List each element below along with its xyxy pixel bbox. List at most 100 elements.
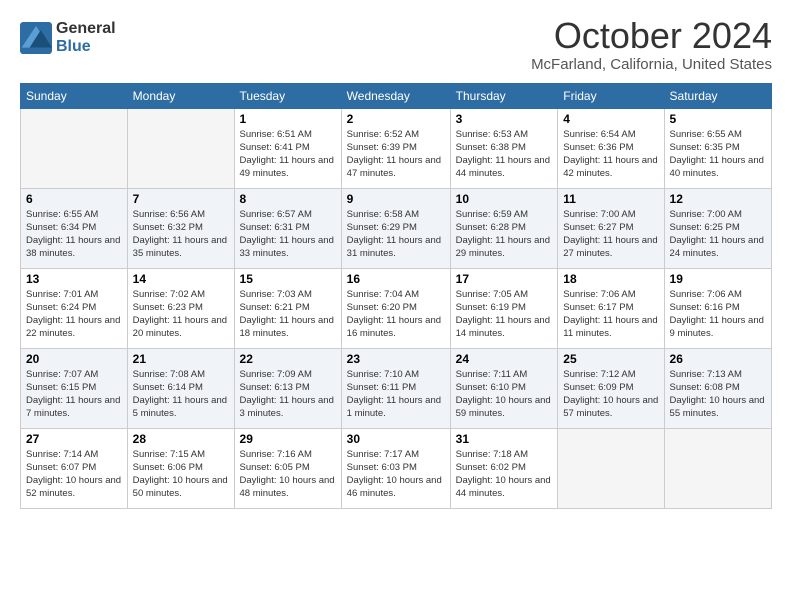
day-cell — [21, 108, 128, 188]
day-cell — [558, 428, 664, 508]
day-number: 11 — [563, 192, 658, 206]
day-number: 16 — [347, 272, 445, 286]
day-cell: 11Sunrise: 7:00 AM Sunset: 6:27 PM Dayli… — [558, 188, 664, 268]
day-info: Sunrise: 7:12 AM Sunset: 6:09 PM Dayligh… — [563, 368, 658, 421]
day-number: 26 — [670, 352, 766, 366]
day-number: 8 — [240, 192, 336, 206]
day-info: Sunrise: 7:07 AM Sunset: 6:15 PM Dayligh… — [26, 368, 122, 421]
day-cell: 24 Sunrise: 7:11 AM Sunset: 6:10 PM Dayli… — [450, 348, 558, 428]
day-info: Sunrise: 7:08 AM Sunset: 6:14 PM Dayligh… — [133, 368, 229, 421]
day-number: 2 — [347, 112, 445, 126]
day-cell: 12 Sunrise: 7:00 AM Sunset: 6:25 PM Dayli… — [664, 188, 771, 268]
day-number: 18 — [563, 272, 658, 286]
logo-general: General — [56, 20, 116, 38]
day-cell: 13 Sunrise: 7:01 AM Sunset: 6:24 PM Dayli… — [21, 268, 128, 348]
day-info: Sunrise: 6:52 AM Sunset: 6:39 PM Dayligh… — [347, 128, 445, 181]
day-number: 29 — [240, 432, 336, 446]
day-info: Sunrise: 6:59 AM Sunset: 6:28 PM Dayligh… — [456, 208, 553, 261]
day-cell: 17Sunrise: 7:05 AM Sunset: 6:19 PM Dayli… — [450, 268, 558, 348]
col-header-sunday: Sunday — [21, 83, 128, 108]
col-header-tuesday: Tuesday — [234, 83, 341, 108]
day-info: Sunrise: 7:16 AM Sunset: 6:05 PM Dayligh… — [240, 448, 336, 501]
day-info: Sunrise: 7:11 AM Sunset: 6:10 PM Dayligh… — [456, 368, 553, 421]
day-number: 9 — [347, 192, 445, 206]
day-info: Sunrise: 7:09 AM Sunset: 6:13 PM Dayligh… — [240, 368, 336, 421]
day-cell: 16 Sunrise: 7:04 AM Sunset: 6:20 PM Dayli… — [341, 268, 450, 348]
day-info: Sunrise: 7:02 AM Sunset: 6:23 PM Dayligh… — [133, 288, 229, 341]
day-cell: 25Sunrise: 7:12 AM Sunset: 6:09 PM Dayli… — [558, 348, 664, 428]
day-info: Sunrise: 6:55 AM Sunset: 6:35 PM Dayligh… — [670, 128, 766, 181]
day-cell — [664, 428, 771, 508]
day-cell: 28 Sunrise: 7:15 AM Sunset: 6:06 PM Dayli… — [127, 428, 234, 508]
day-number: 30 — [347, 432, 445, 446]
day-info: Sunrise: 7:18 AM Sunset: 6:02 PM Dayligh… — [456, 448, 553, 501]
day-info: Sunrise: 7:00 AM Sunset: 6:25 PM Dayligh… — [670, 208, 766, 261]
col-header-thursday: Thursday — [450, 83, 558, 108]
day-cell: 14 Sunrise: 7:02 AM Sunset: 6:23 PM Dayli… — [127, 268, 234, 348]
day-number: 20 — [26, 352, 122, 366]
day-info: Sunrise: 6:51 AM Sunset: 6:41 PM Dayligh… — [240, 128, 336, 181]
day-number: 24 — [456, 352, 553, 366]
day-info: Sunrise: 7:03 AM Sunset: 6:21 PM Dayligh… — [240, 288, 336, 341]
day-info: Sunrise: 7:14 AM Sunset: 6:07 PM Dayligh… — [26, 448, 122, 501]
day-cell: 2 Sunrise: 6:52 AM Sunset: 6:39 PM Daylig… — [341, 108, 450, 188]
day-number: 23 — [347, 352, 445, 366]
day-number: 13 — [26, 272, 122, 286]
day-cell: 30 Sunrise: 7:17 AM Sunset: 6:03 PM Dayli… — [341, 428, 450, 508]
day-number: 3 — [456, 112, 553, 126]
week-row-1: 1 Sunrise: 6:51 AM Sunset: 6:41 PM Daylig… — [21, 108, 772, 188]
day-cell: 15 Sunrise: 7:03 AM Sunset: 6:21 PM Dayli… — [234, 268, 341, 348]
day-cell: 29 Sunrise: 7:16 AM Sunset: 6:05 PM Dayli… — [234, 428, 341, 508]
day-cell: 3 Sunrise: 6:53 AM Sunset: 6:38 PM Daylig… — [450, 108, 558, 188]
day-number: 12 — [670, 192, 766, 206]
day-number: 31 — [456, 432, 553, 446]
day-info: Sunrise: 6:53 AM Sunset: 6:38 PM Dayligh… — [456, 128, 553, 181]
day-number: 10 — [456, 192, 553, 206]
day-cell: 22 Sunrise: 7:09 AM Sunset: 6:13 PM Dayli… — [234, 348, 341, 428]
day-number: 14 — [133, 272, 229, 286]
calendar-title: October 2024 — [531, 16, 772, 56]
day-number: 17 — [456, 272, 553, 286]
header-row: SundayMondayTuesdayWednesdayThursdayFrid… — [21, 83, 772, 108]
calendar-table: SundayMondayTuesdayWednesdayThursdayFrid… — [20, 83, 772, 509]
header: General Blue October 2024 McFarland, Cal… — [20, 16, 772, 73]
day-info: Sunrise: 6:56 AM Sunset: 6:32 PM Dayligh… — [133, 208, 229, 261]
day-info: Sunrise: 6:57 AM Sunset: 6:31 PM Dayligh… — [240, 208, 336, 261]
day-cell: 20 Sunrise: 7:07 AM Sunset: 6:15 PM Dayli… — [21, 348, 128, 428]
week-row-3: 13 Sunrise: 7:01 AM Sunset: 6:24 PM Dayli… — [21, 268, 772, 348]
day-number: 7 — [133, 192, 229, 206]
day-info: Sunrise: 6:55 AM Sunset: 6:34 PM Dayligh… — [26, 208, 122, 261]
day-number: 22 — [240, 352, 336, 366]
col-header-monday: Monday — [127, 83, 234, 108]
col-header-friday: Friday — [558, 83, 664, 108]
day-number: 4 — [563, 112, 658, 126]
week-row-5: 27 Sunrise: 7:14 AM Sunset: 6:07 PM Dayli… — [21, 428, 772, 508]
day-cell: 21Sunrise: 7:08 AM Sunset: 6:14 PM Dayli… — [127, 348, 234, 428]
day-cell: 27 Sunrise: 7:14 AM Sunset: 6:07 PM Dayli… — [21, 428, 128, 508]
day-info: Sunrise: 7:17 AM Sunset: 6:03 PM Dayligh… — [347, 448, 445, 501]
day-number: 27 — [26, 432, 122, 446]
logo-icon — [20, 22, 52, 54]
col-header-saturday: Saturday — [664, 83, 771, 108]
day-info: Sunrise: 7:06 AM Sunset: 6:16 PM Dayligh… — [670, 288, 766, 341]
calendar-page: General Blue October 2024 McFarland, Cal… — [0, 0, 792, 612]
day-cell: 31 Sunrise: 7:18 AM Sunset: 6:02 PM Dayli… — [450, 428, 558, 508]
day-info: Sunrise: 6:54 AM Sunset: 6:36 PM Dayligh… — [563, 128, 658, 181]
day-cell: 5Sunrise: 6:55 AM Sunset: 6:35 PM Daylig… — [664, 108, 771, 188]
day-cell: 26Sunrise: 7:13 AM Sunset: 6:08 PM Dayli… — [664, 348, 771, 428]
day-cell: 8 Sunrise: 6:57 AM Sunset: 6:31 PM Daylig… — [234, 188, 341, 268]
day-cell — [127, 108, 234, 188]
day-cell: 6 Sunrise: 6:55 AM Sunset: 6:34 PM Daylig… — [21, 188, 128, 268]
day-number: 19 — [670, 272, 766, 286]
day-number: 1 — [240, 112, 336, 126]
day-number: 28 — [133, 432, 229, 446]
logo: General Blue — [20, 20, 116, 55]
day-info: Sunrise: 7:04 AM Sunset: 6:20 PM Dayligh… — [347, 288, 445, 341]
day-info: Sunrise: 7:06 AM Sunset: 6:17 PM Dayligh… — [563, 288, 658, 341]
day-info: Sunrise: 7:15 AM Sunset: 6:06 PM Dayligh… — [133, 448, 229, 501]
day-info: Sunrise: 7:01 AM Sunset: 6:24 PM Dayligh… — [26, 288, 122, 341]
day-number: 15 — [240, 272, 336, 286]
day-info: Sunrise: 7:10 AM Sunset: 6:11 PM Dayligh… — [347, 368, 445, 421]
col-header-wednesday: Wednesday — [341, 83, 450, 108]
day-number: 6 — [26, 192, 122, 206]
